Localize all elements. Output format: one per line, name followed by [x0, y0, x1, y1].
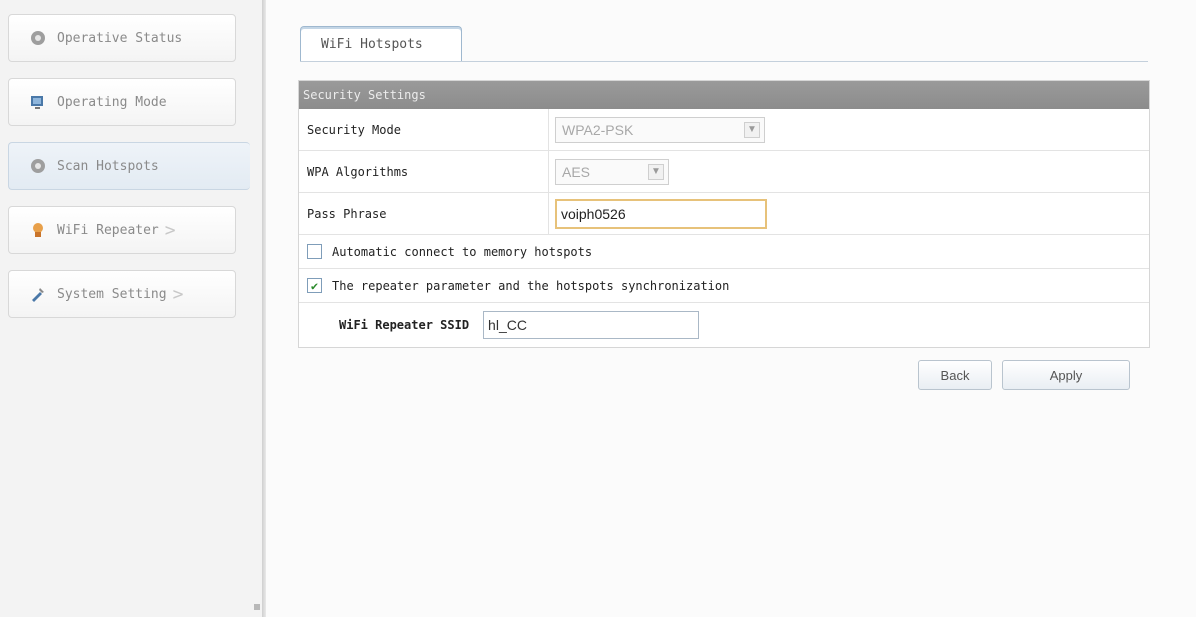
- ssid-label: WiFi Repeater SSID: [339, 318, 470, 332]
- panel-title: Security Settings: [299, 81, 1149, 109]
- security-settings-panel: Security Settings Security Mode WPA2-PSK…: [298, 80, 1150, 348]
- check-icon: ✔: [310, 278, 319, 293]
- auto-connect-label: Automatic connect to memory hotspots: [332, 244, 593, 259]
- wpa-algorithms-label: WPA Algorithms: [299, 151, 549, 192]
- tab-divider: [300, 61, 1148, 62]
- apply-button[interactable]: Apply: [1002, 360, 1130, 390]
- repeater-icon: [29, 221, 47, 239]
- monitor-icon: [29, 93, 47, 111]
- sidebar-item-label: Scan Hotspots: [57, 158, 159, 174]
- sync-row: ✔ The repeater parameter and the hotspot…: [299, 269, 1149, 303]
- ssid-input[interactable]: hl_CC: [483, 311, 700, 339]
- security-mode-value: WPA2-PSK: [562, 121, 634, 138]
- pass-phrase-label: Pass Phrase: [299, 193, 549, 234]
- auto-connect-checkbox[interactable]: [307, 244, 322, 259]
- pass-phrase-input[interactable]: voiph0526: [555, 198, 767, 229]
- sidebar-item-wifi-repeater[interactable]: WiFi Repeater >: [8, 206, 236, 254]
- sidebar-item-label: System Setting: [57, 286, 167, 302]
- sidebar-item-label: WiFi Repeater: [57, 222, 159, 238]
- ssid-row: WiFi Repeater SSID hl_CC: [299, 303, 1149, 347]
- sidebar: Operative Status Operating Mode Scan Hot…: [0, 0, 262, 617]
- sidebar-item-operating-mode[interactable]: Operating Mode: [8, 78, 236, 126]
- security-mode-label: Security Mode: [299, 109, 549, 150]
- chevron-down-icon: ▼: [744, 121, 760, 138]
- sidebar-item-system-setting[interactable]: System Setting >: [8, 270, 236, 318]
- pass-phrase-row: Pass Phrase voiph0526: [299, 193, 1149, 235]
- wpa-algorithms-row: WPA Algorithms AES ▼: [299, 151, 1149, 193]
- security-mode-select[interactable]: WPA2-PSK ▼: [555, 116, 765, 143]
- chevron-down-icon: ▼: [648, 163, 664, 180]
- auto-connect-row: Automatic connect to memory hotspots: [299, 235, 1149, 269]
- chevron-right-icon: >: [172, 283, 184, 305]
- sync-label: The repeater parameter and the hotspots …: [332, 278, 730, 293]
- sidebar-item-label: Operative Status: [57, 30, 183, 46]
- sidebar-item-label: Operating Mode: [57, 94, 167, 110]
- main-content: WiFi Hotspots Security Settings Security…: [266, 0, 1196, 617]
- security-mode-row: Security Mode WPA2-PSK ▼: [299, 109, 1149, 151]
- scroll-grip[interactable]: [254, 604, 260, 610]
- sidebar-item-operative-status[interactable]: Operative Status: [8, 14, 236, 62]
- tab-wifi-hotspots[interactable]: WiFi Hotspots: [300, 26, 462, 62]
- chevron-right-icon: >: [164, 219, 176, 241]
- wpa-algorithms-value: AES: [562, 163, 591, 180]
- wpa-algorithms-select[interactable]: AES ▼: [555, 158, 669, 185]
- tools-icon: [29, 285, 47, 303]
- gear-icon: [29, 29, 47, 47]
- back-button[interactable]: Back: [918, 360, 992, 390]
- sync-checkbox[interactable]: ✔: [307, 278, 322, 293]
- sidebar-item-scan-hotspots[interactable]: Scan Hotspots: [8, 142, 250, 190]
- gear-icon: [29, 157, 47, 175]
